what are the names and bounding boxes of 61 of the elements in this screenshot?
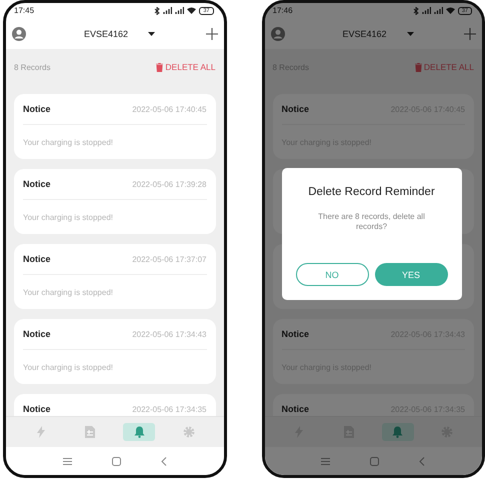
signal-icon <box>422 7 431 14</box>
records-count: 8 Records <box>14 62 50 72</box>
home-icon[interactable] <box>112 456 121 466</box>
menu-icon[interactable] <box>321 458 330 464</box>
signal-icon <box>434 7 443 14</box>
record-message: Your charging is stopped! <box>23 362 113 372</box>
notice-title: Notice <box>23 104 51 114</box>
device-name[interactable]: EVSE4162 <box>84 28 128 38</box>
record-card[interactable]: Notice 2022-05-06 17:34:35 <box>14 394 216 416</box>
trash-icon <box>414 62 422 72</box>
gear-icon <box>182 426 195 438</box>
bell-icon <box>134 426 145 438</box>
record-timestamp: 2022-05-06 17:40:45 <box>132 104 206 114</box>
record-message: Your charging is stopped! <box>23 138 113 146</box>
record-timestamp: 2022-05-06 17:39:28 <box>132 180 206 188</box>
nav-tab[interactable] <box>123 423 156 441</box>
status-time: 17:46 <box>272 6 293 15</box>
notice-title: Notice <box>282 104 310 114</box>
bell-icon <box>392 426 404 438</box>
record-timestamp: 2022-05-06 17:34:35 <box>132 404 206 414</box>
trash-icon <box>156 62 164 72</box>
lightning-icon <box>36 426 46 438</box>
document-icon <box>344 426 354 438</box>
back-icon[interactable] <box>160 456 167 466</box>
notice-title: Notice <box>23 254 51 264</box>
back-icon[interactable] <box>419 456 426 466</box>
dialog-title: Delete Record Reminder <box>308 186 435 198</box>
record-card[interactable]: Notice 2022-05-06 17:34:43 Your charging is stopped! <box>14 319 216 384</box>
add-icon[interactable] <box>206 28 218 40</box>
dropdown-caret-icon[interactable] <box>148 32 155 36</box>
notice-title: Notice <box>282 329 310 339</box>
dialog-message: There are 8 records, delete all records? <box>317 212 426 232</box>
wifi-icon <box>187 7 196 14</box>
bluetooth-icon <box>412 6 419 14</box>
record-card[interactable]: Notice 2022-05-06 17:40:45 Your charging is stopped! <box>14 94 216 159</box>
delete-all-button[interactable]: DELETE ALL <box>156 62 216 72</box>
yes-button[interactable]: YES <box>374 263 448 286</box>
record-card[interactable]: Notice 2022-05-06 17:37:07 Your charging is stopped! <box>14 244 216 309</box>
record-message: Your charging is stopped! <box>23 212 113 222</box>
nav-tab[interactable] <box>382 423 414 441</box>
record-message: Your charging is stopped! <box>23 288 113 296</box>
signal-icon <box>163 7 172 14</box>
add-icon[interactable] <box>464 28 476 40</box>
device-name[interactable]: EVSE4162 <box>342 28 387 38</box>
menu-icon[interactable] <box>62 458 72 464</box>
avatar-icon[interactable] <box>270 26 284 40</box>
notice-title: Notice <box>282 404 310 414</box>
no-button[interactable]: NO <box>296 263 368 286</box>
status-time: 17:45 <box>14 6 34 15</box>
record-card[interactable]: Notice 2022-05-06 17:39:28 Your charging is stopped! <box>14 169 216 234</box>
notice-title: Notice <box>23 329 51 339</box>
record-timestamp: 2022-05-06 17:34:43 <box>132 330 206 338</box>
avatar-icon[interactable] <box>12 26 26 40</box>
notice-title: Notice <box>23 404 51 414</box>
document-icon <box>85 426 96 438</box>
notice-title: Notice <box>23 179 51 189</box>
bluetooth-icon <box>154 6 160 14</box>
home-icon[interactable] <box>370 456 380 466</box>
signal-icon <box>175 7 184 14</box>
record-timestamp: 2022-05-06 17:37:07 <box>132 254 206 264</box>
wifi-icon <box>446 7 455 14</box>
